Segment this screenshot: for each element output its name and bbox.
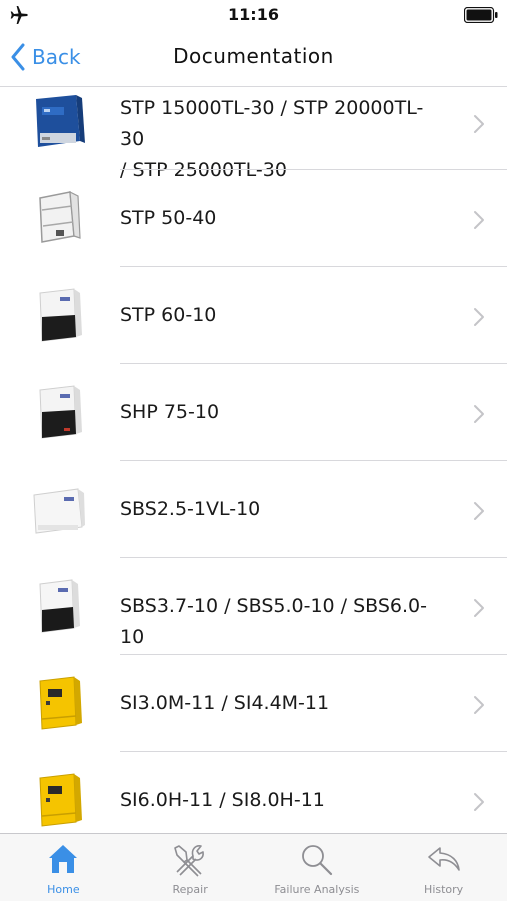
list-item[interactable]: STP 60-10: [0, 267, 507, 364]
status-bar: 11:16: [0, 0, 507, 30]
tab-bar: Home Repair Failure Analysis History: [0, 833, 507, 901]
chevron-right-icon: [474, 308, 484, 326]
chevron-right-icon: [474, 405, 484, 423]
chevron-right-icon: [474, 502, 484, 520]
list-item[interactable]: SHP 75-10: [0, 364, 507, 461]
tab-label: History: [424, 883, 464, 896]
status-time: 11:16: [228, 5, 279, 24]
tab-label: Failure Analysis: [274, 883, 360, 896]
page-title: Documentation: [173, 44, 334, 68]
navigation-bar: Back Documentation: [0, 30, 507, 87]
white-black-inverter-thumb: [39, 579, 80, 633]
yellow-inverter-thumb: [39, 773, 82, 827]
frame-inverter-thumb: [39, 190, 81, 243]
document-title: SHP 75-10: [120, 401, 220, 423]
blue-inverter-thumb: [36, 95, 85, 147]
white-black-inverter-thumb: [39, 288, 82, 342]
home-icon: [49, 845, 78, 873]
chevron-right-icon: [474, 115, 484, 133]
tab-label: Repair: [172, 883, 208, 896]
documentation-list[interactable]: STP 15000TL-30 / STP 20000TL-30 / STP 25…: [0, 87, 507, 833]
list-item[interactable]: SBS2.5-1VL-10: [0, 461, 507, 558]
document-title: SBS2.5-1VL-10: [120, 498, 261, 520]
chevron-right-icon: [474, 599, 484, 617]
chevron-right-icon: [474, 211, 484, 229]
list-item[interactable]: SI3.0M-11 / SI4.4M-11: [0, 655, 507, 752]
magnifier-icon: [301, 845, 332, 876]
document-title: SI3.0M-11 / SI4.4M-11: [120, 692, 330, 714]
chevron-right-icon: [474, 696, 484, 714]
tab-label: Home: [47, 883, 80, 896]
tools-icon: [174, 845, 205, 877]
list-item[interactable]: STP 50-40: [0, 170, 507, 267]
tab-failure-analysis[interactable]: Failure Analysis: [254, 834, 381, 901]
white-black-inverter-thumb: [39, 385, 82, 439]
document-title: STP 60-10: [120, 304, 217, 326]
document-title: SBS3.7-10 / SBS5.0-10 / SBS6.0-10: [120, 595, 427, 648]
document-title: STP 50-40: [120, 207, 217, 229]
yellow-inverter-thumb: [39, 676, 82, 730]
tab-history[interactable]: History: [380, 834, 507, 901]
white-inverter-thumb: [33, 488, 85, 534]
chevron-right-icon: [474, 793, 484, 811]
battery-icon: [464, 7, 498, 23]
history-back-icon: [427, 847, 460, 871]
list-item[interactable]: STP 15000TL-30 / STP 20000TL-30 / STP 25…: [0, 87, 507, 181]
tab-repair[interactable]: Repair: [127, 834, 254, 901]
list-item[interactable]: SBS3.7-10 / SBS5.0-10 / SBS6.0-10: [0, 558, 507, 655]
tab-home[interactable]: Home: [0, 834, 127, 901]
document-title: SI6.0H-11 / SI8.0H-11: [120, 789, 325, 811]
list-item[interactable]: SI6.0H-11 / SI8.0H-11: [0, 752, 507, 833]
